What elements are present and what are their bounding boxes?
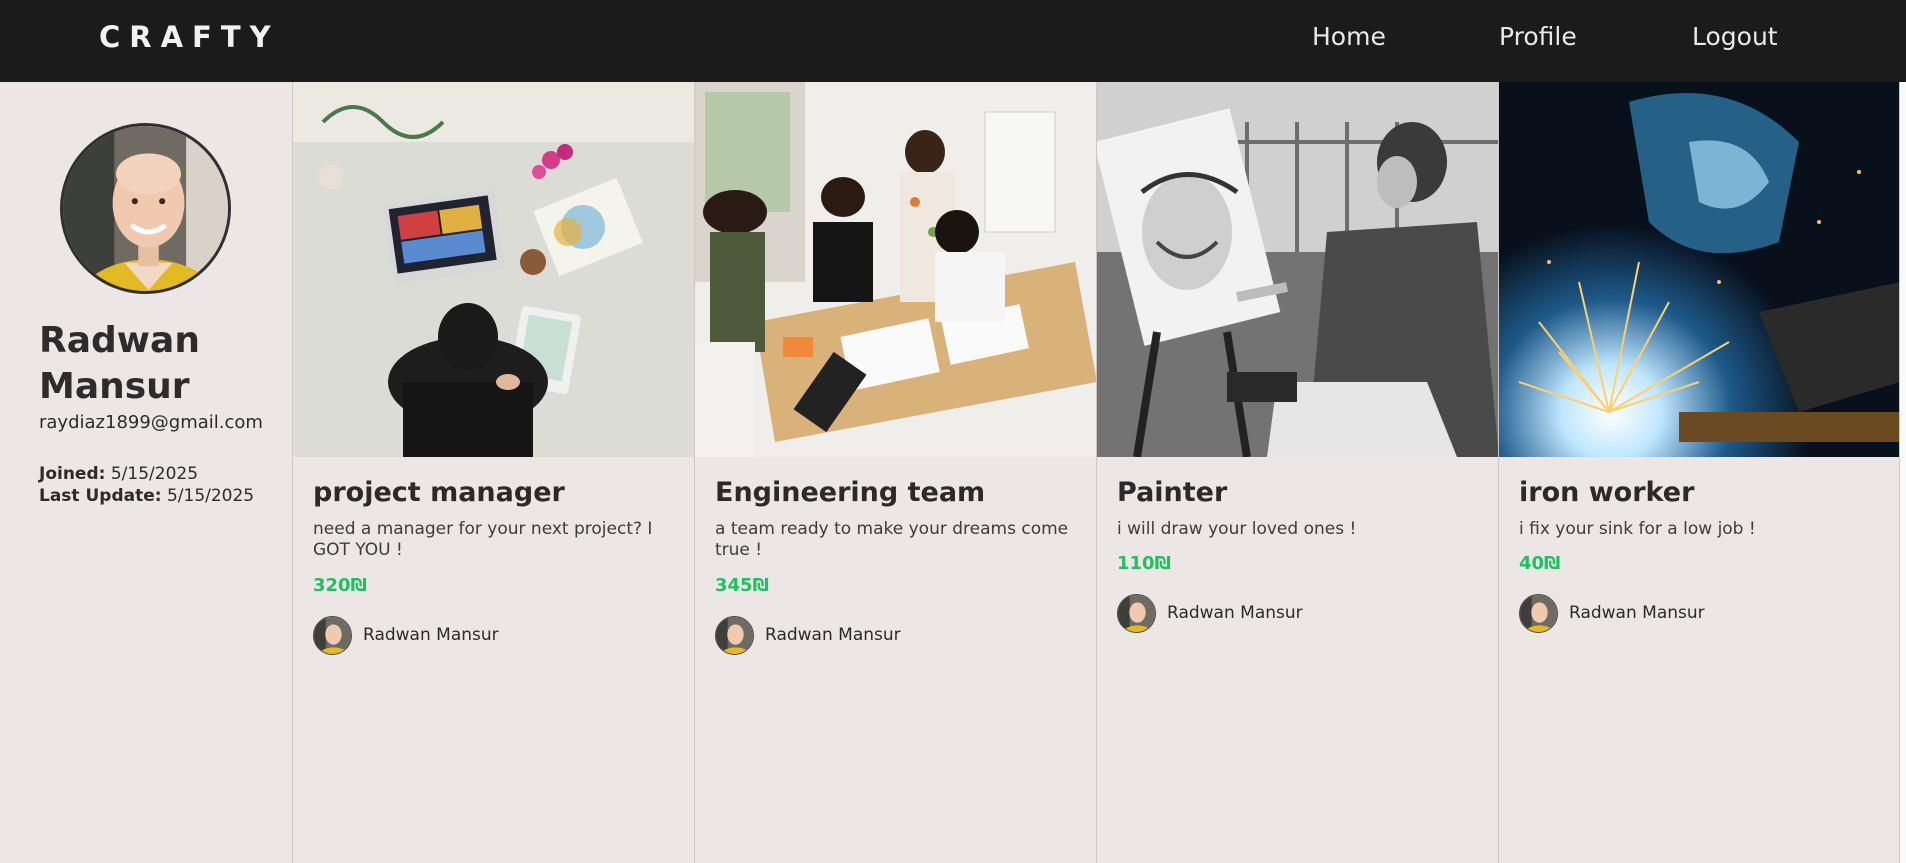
author-name: Radwan Mansur: [765, 625, 901, 645]
nav-profile-link[interactable]: Profile: [1499, 22, 1577, 51]
card-title[interactable]: project manager: [313, 477, 565, 508]
brand-logo[interactable]: CRAFTY: [99, 20, 280, 54]
top-navbar: CRAFTY Home Profile Logout: [0, 0, 1906, 82]
author-name: Radwan Mansur: [363, 625, 499, 645]
joined-value: 5/15/2025: [110, 464, 199, 484]
card-image-team[interactable]: [695, 82, 1096, 457]
author-name: Radwan Mansur: [1167, 603, 1303, 623]
nav-logout-link[interactable]: Logout: [1692, 22, 1778, 51]
author-name: Radwan Mansur: [1569, 603, 1705, 623]
service-card[interactable]: iron worker i fix your sink for a low jo…: [1499, 82, 1900, 863]
card-title[interactable]: Painter: [1117, 477, 1227, 508]
author-avatar: [1519, 593, 1558, 633]
card-description: need a manager for your next project? I …: [313, 519, 653, 560]
last-update-date: Last Update: 5/15/2025: [39, 486, 254, 506]
service-card[interactable]: Engineering team a team ready to make yo…: [695, 82, 1097, 863]
last-update-value: 5/15/2025: [166, 486, 255, 506]
card-description: a team ready to make your dreams come tr…: [715, 519, 1069, 560]
author-avatar: [715, 615, 754, 655]
author-avatar: [1117, 593, 1156, 633]
card-description: i fix your sink for a low job !: [1519, 519, 1756, 539]
profile-avatar: [60, 123, 231, 294]
card-image-workspace[interactable]: [293, 82, 694, 457]
last-update-label: Last Update:: [39, 486, 162, 506]
card-author[interactable]: Radwan Mansur: [313, 615, 499, 655]
joined-label: Joined:: [39, 464, 106, 484]
card-author[interactable]: Radwan Mansur: [1117, 593, 1303, 633]
service-card[interactable]: project manager need a manager for your …: [293, 82, 695, 863]
card-image-welding[interactable]: [1499, 82, 1899, 457]
card-author[interactable]: Radwan Mansur: [1519, 593, 1705, 633]
author-avatar: [313, 615, 352, 655]
welding-photo: [1499, 82, 1899, 457]
card-title[interactable]: Engineering team: [715, 477, 985, 508]
card-description: i will draw your loved ones !: [1117, 519, 1357, 539]
card-title[interactable]: iron worker: [1519, 477, 1694, 508]
profile-email: raydiaz1899@gmail.com: [39, 412, 263, 433]
card-price: 320₪: [313, 575, 367, 596]
card-price: 110₪: [1117, 553, 1171, 574]
card-image-painter[interactable]: [1097, 82, 1498, 457]
card-price: 40₪: [1519, 553, 1561, 574]
joined-date: Joined: 5/15/2025: [39, 464, 198, 484]
card-author[interactable]: Radwan Mansur: [715, 615, 901, 655]
service-card[interactable]: Painter i will draw your loved ones ! 11…: [1097, 82, 1499, 863]
avatar-portrait-image: [63, 126, 228, 291]
workspace-photo: [293, 82, 694, 457]
profile-sidebar: Radwan Mansur raydiaz1899@gmail.com Join…: [0, 82, 293, 863]
card-price: 345₪: [715, 575, 769, 596]
nav-home-link[interactable]: Home: [1312, 22, 1386, 51]
painter-photo: [1097, 82, 1498, 457]
team-meeting-photo: [695, 82, 1096, 457]
scrollbar-track[interactable]: [1900, 82, 1906, 863]
profile-name: Radwan Mansur: [39, 320, 200, 407]
